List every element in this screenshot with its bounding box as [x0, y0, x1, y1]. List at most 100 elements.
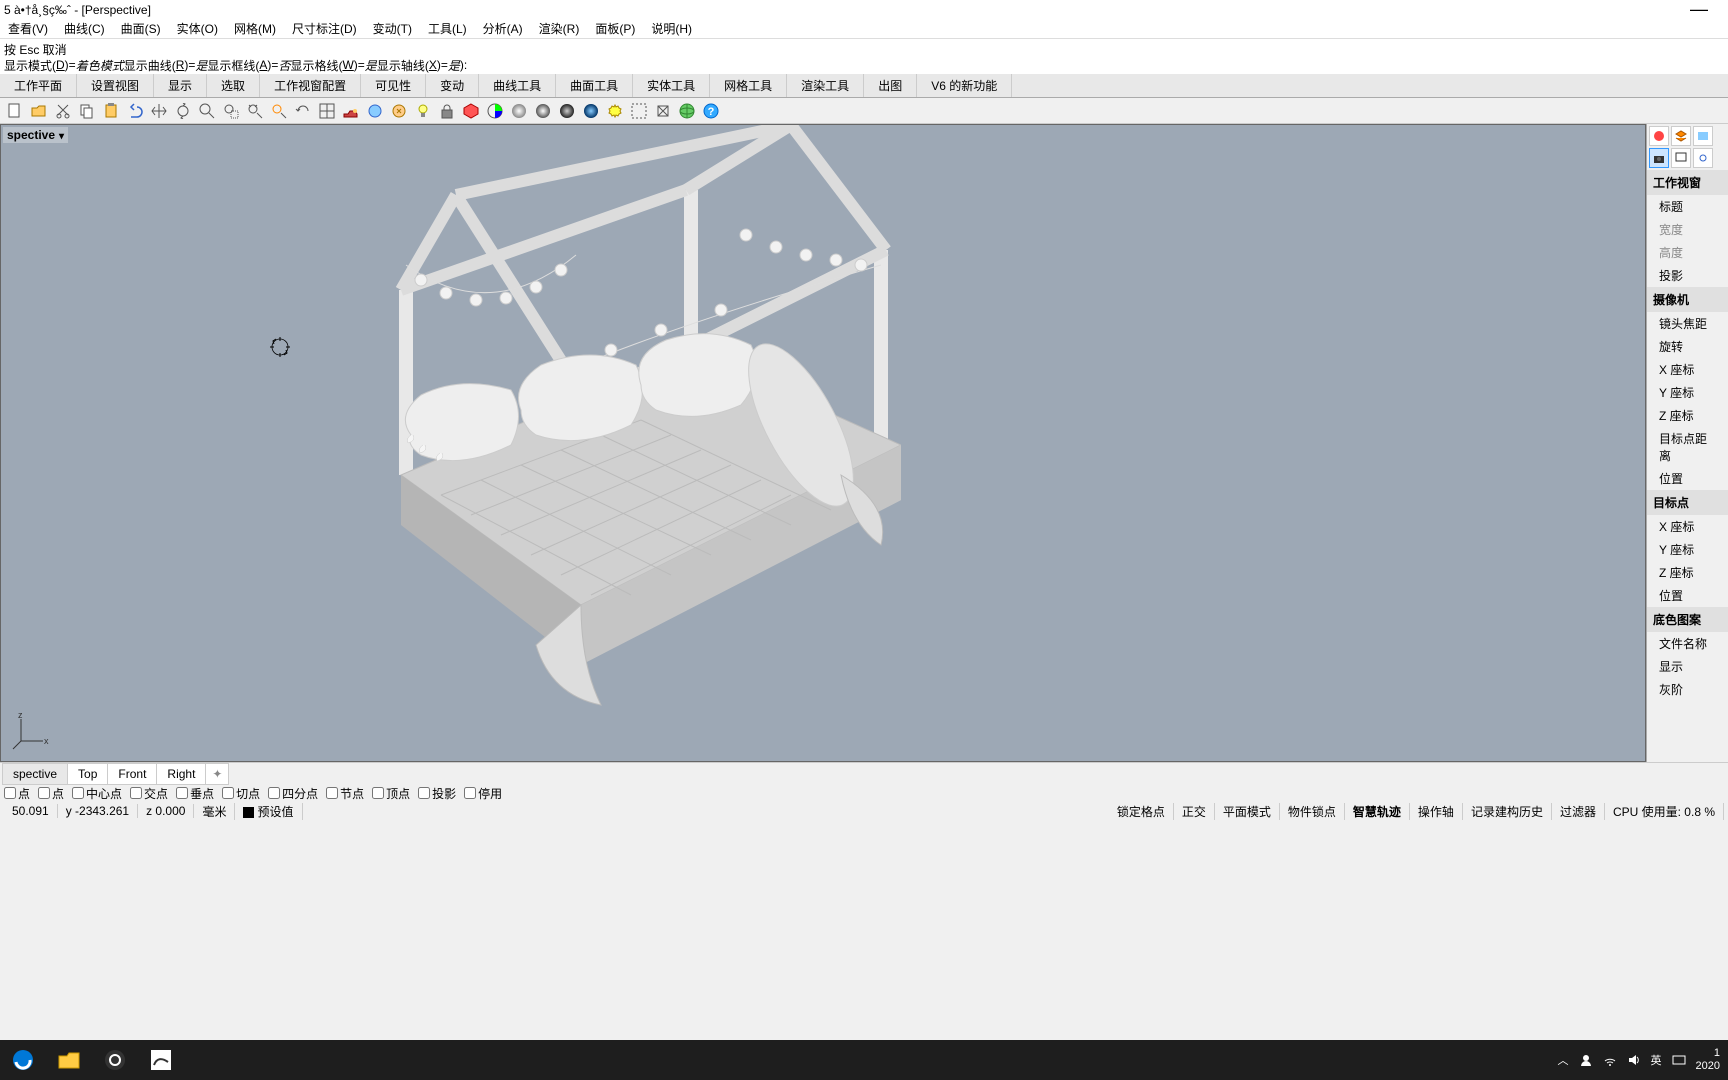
osnap-3[interactable]: 交点	[130, 785, 168, 802]
osnap-6[interactable]: 四分点	[268, 785, 318, 802]
status-history[interactable]: 记录建构历史	[1463, 803, 1552, 820]
osnap-7[interactable]: 节点	[326, 785, 364, 802]
props-item[interactable]: Y 座标	[1647, 538, 1728, 561]
cut-icon[interactable]	[52, 100, 74, 122]
tab-render-tools[interactable]: 渲染工具	[787, 74, 864, 97]
osnap-10[interactable]: 停用	[464, 785, 502, 802]
status-gumball[interactable]: 操作轴	[1410, 803, 1463, 820]
sphere-blue-icon[interactable]	[580, 100, 602, 122]
view-tab-front[interactable]: Front	[107, 763, 157, 785]
copy-icon[interactable]	[76, 100, 98, 122]
tab-display[interactable]: 显示	[154, 74, 207, 97]
menu-view[interactable]: 查看(V)	[0, 18, 56, 39]
menu-tools[interactable]: 工具(L)	[420, 18, 475, 39]
material-icon[interactable]	[460, 100, 482, 122]
tab-surface-tools[interactable]: 曲面工具	[556, 74, 633, 97]
light-icon[interactable]	[412, 100, 434, 122]
rotate-view-icon[interactable]	[172, 100, 194, 122]
sel-filter-icon[interactable]	[628, 100, 650, 122]
props-item[interactable]: X 座标	[1647, 515, 1728, 538]
undo-icon[interactable]	[124, 100, 146, 122]
osnap-4[interactable]: 垂点	[176, 785, 214, 802]
status-gridsnap[interactable]: 锁定格点	[1109, 803, 1174, 820]
options-icon[interactable]	[604, 100, 626, 122]
zoom-window-icon[interactable]	[220, 100, 242, 122]
sel-mesh-icon[interactable]	[652, 100, 674, 122]
osnap-2[interactable]: 中心点	[72, 785, 122, 802]
pan-icon[interactable]	[148, 100, 170, 122]
osnap-1[interactable]: 点	[38, 785, 64, 802]
tab-setview[interactable]: 设置视图	[77, 74, 154, 97]
props-item[interactable]: Y 座标	[1647, 381, 1728, 404]
minimize-button[interactable]: —	[1690, 0, 1708, 20]
menu-analyze[interactable]: 分析(A)	[475, 18, 531, 39]
tab-mesh-tools[interactable]: 网格工具	[710, 74, 787, 97]
osnap-9[interactable]: 投影	[418, 785, 456, 802]
cplane-icon[interactable]	[316, 100, 338, 122]
layers-tab-icon[interactable]	[1671, 126, 1691, 146]
osnap-5[interactable]: 切点	[222, 785, 260, 802]
camera-tab-icon[interactable]	[1649, 148, 1669, 168]
help-icon[interactable]: ?	[700, 100, 722, 122]
command-prompt[interactable]: 显示模式(D)= 着色模式 显示曲线(R)= 是 显示框线(A)= 否 显示格线…	[0, 56, 1728, 74]
tray-clock[interactable]: 1 2020	[1696, 1047, 1720, 1073]
menu-dimension[interactable]: 尺寸标注(D)	[284, 18, 365, 39]
view-tab-top[interactable]: Top	[67, 763, 108, 785]
display-tab-icon[interactable]	[1693, 126, 1713, 146]
props-item[interactable]: 位置	[1647, 467, 1728, 490]
props-item[interactable]: 目标点距离	[1647, 427, 1728, 467]
tab-visibility[interactable]: 可见性	[361, 74, 426, 97]
rhino-icon[interactable]	[138, 1040, 184, 1080]
zoom-selected-icon[interactable]	[268, 100, 290, 122]
props-item[interactable]: X 座标	[1647, 358, 1728, 381]
tray-people-icon[interactable]	[1579, 1053, 1593, 1067]
props-item[interactable]: 灰阶	[1647, 678, 1728, 701]
menu-help[interactable]: 说明(H)	[643, 18, 700, 39]
view-tab-perspective[interactable]: spective	[2, 763, 68, 785]
undo-view-icon[interactable]	[292, 100, 314, 122]
tab-solid-tools[interactable]: 实体工具	[633, 74, 710, 97]
props-item[interactable]: 镜头焦距	[1647, 312, 1728, 335]
osnap-8[interactable]: 顶点	[372, 785, 410, 802]
tray-chevron-icon[interactable]: ︿	[1558, 1052, 1569, 1068]
monitor-tab-icon[interactable]	[1671, 148, 1691, 168]
tray-keyboard-icon[interactable]	[1672, 1053, 1686, 1067]
lock-icon[interactable]	[436, 100, 458, 122]
edge-icon[interactable]	[0, 1040, 46, 1080]
props-item[interactable]: 位置	[1647, 584, 1728, 607]
sphere1-icon[interactable]	[508, 100, 530, 122]
open-icon[interactable]	[28, 100, 50, 122]
menu-surface[interactable]: 曲面(S)	[113, 18, 169, 39]
menu-transform[interactable]: 变动(T)	[365, 18, 420, 39]
zoom-extents-icon[interactable]	[244, 100, 266, 122]
render-icon[interactable]	[388, 100, 410, 122]
sphere2-icon[interactable]	[532, 100, 554, 122]
named-view-icon[interactable]	[340, 100, 362, 122]
perspective-viewport[interactable]: spective▾	[0, 124, 1646, 762]
view-tab-right[interactable]: Right	[156, 763, 206, 785]
props-item[interactable]: 旋转	[1647, 335, 1728, 358]
tray-ime[interactable]: 英	[1651, 1052, 1662, 1068]
tray-volume-icon[interactable]	[1627, 1053, 1641, 1067]
props-item[interactable]: 文件名称	[1647, 632, 1728, 655]
menu-mesh[interactable]: 网格(M)	[226, 18, 284, 39]
menu-solid[interactable]: 实体(O)	[169, 18, 226, 39]
command-input[interactable]	[467, 58, 667, 73]
status-planar[interactable]: 平面模式	[1215, 803, 1280, 820]
props-item[interactable]: 投影	[1647, 264, 1728, 287]
globe-icon[interactable]	[676, 100, 698, 122]
tab-v6-new[interactable]: V6 的新功能	[917, 74, 1012, 97]
status-smarttrack[interactable]: 智慧轨迹	[1345, 803, 1410, 820]
link-tab-icon[interactable]	[1693, 148, 1713, 168]
tab-drafting[interactable]: 出图	[864, 74, 917, 97]
props-item[interactable]: Z 座标	[1647, 404, 1728, 427]
props-tab-icon[interactable]	[1649, 126, 1669, 146]
paste-icon[interactable]	[100, 100, 122, 122]
obs-icon[interactable]	[92, 1040, 138, 1080]
menu-curve[interactable]: 曲线(C)	[56, 18, 113, 39]
status-ortho[interactable]: 正交	[1174, 803, 1215, 820]
props-item[interactable]: 显示	[1647, 655, 1728, 678]
sphere3-icon[interactable]	[556, 100, 578, 122]
status-osnap[interactable]: 物件锁点	[1280, 803, 1345, 820]
explorer-icon[interactable]	[46, 1040, 92, 1080]
